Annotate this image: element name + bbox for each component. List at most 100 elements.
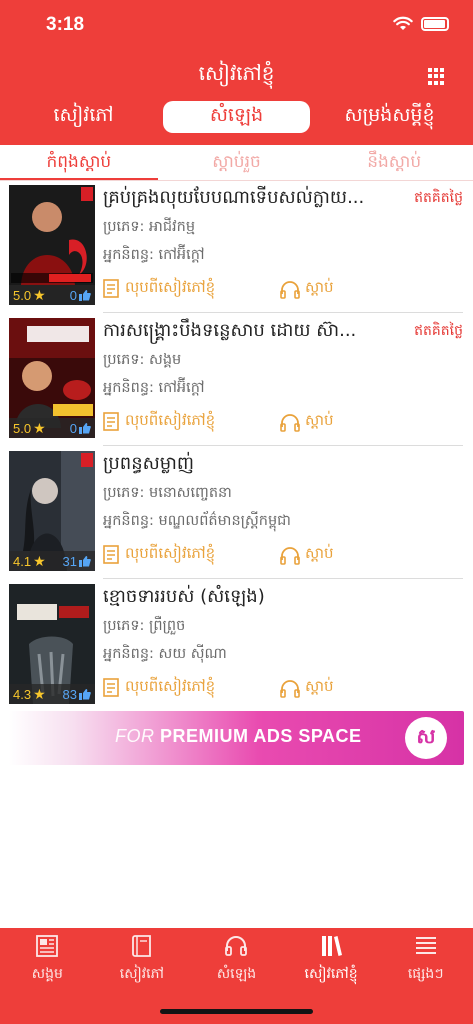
book-cover[interactable]: 4.3 ★ 83	[9, 584, 95, 704]
list-item[interactable]: 4.3 ★ 83 ខ្មោចទាររបស់ (សំឡេង) ប្រភេទ: ព្រ…	[0, 583, 473, 716]
remove-from-my-books-button[interactable]: លុបពីសៀវភៅខ្ញុំ	[103, 278, 215, 300]
listen-label: ស្ដាប់	[305, 278, 334, 296]
item-title[interactable]: គ្រប់គ្រងលុយបែបណាទើបសល់ក្លាយ...	[103, 184, 399, 212]
item-author: អ្នកនិពន្ធ: កៅអ៊ីក្ដៅ	[103, 247, 205, 263]
ad-logo: ស	[405, 717, 447, 759]
item-actions: លុបពីសៀវភៅខ្ញុំ ស្ដាប់	[103, 542, 463, 568]
likes-count: 0	[69, 420, 77, 436]
item-title[interactable]: ប្រពន្ធសម្លាញ់	[103, 450, 443, 478]
book-icon	[131, 935, 151, 957]
list-remove-icon	[103, 412, 119, 431]
rating-value: 4.1	[13, 553, 32, 569]
item-author: អ្នកនិពន្ធ: សយ ស៊ីណា	[103, 646, 227, 662]
tab-will-listen[interactable]: នឹងស្ដាប់	[315, 145, 473, 181]
remove-label: លុបពីសៀវភៅខ្ញុំ	[125, 278, 216, 296]
rating-value: 5.0	[13, 287, 32, 303]
segment-control: សៀវភៅ សំឡេង សម្រង់សម្ដីខ្ញុំ	[10, 100, 463, 134]
item-actions: លុបពីសៀវភៅខ្ញុំ ស្ដាប់	[103, 276, 463, 302]
battery-icon	[421, 16, 449, 31]
thumbs-up-icon	[79, 422, 91, 434]
bookshelf-icon	[322, 936, 343, 956]
free-badge: ឥតគិតថ្លៃ	[414, 190, 463, 206]
item-title[interactable]: ការសង្គ្រោះបឹងទន្លេសាប ដោយ ស៊ា...	[103, 317, 399, 345]
likes-count: 0	[69, 287, 77, 303]
list-item[interactable]: 5.0 ★ 0 គ្រប់គ្រងលុយបែបណាទើបសល់ក្លាយ... ឥ…	[0, 184, 473, 317]
likes-count: 31	[62, 553, 77, 569]
rating-value: 4.3	[13, 686, 32, 702]
item-actions: លុបពីសៀវភៅខ្ញុំ ស្ដាប់	[103, 675, 463, 701]
remove-label: លុបពីសៀវភៅខ្ញុំ	[125, 411, 216, 429]
remove-label: លុបពីសៀវភៅខ្ញុំ	[125, 544, 216, 562]
remove-from-my-books-button[interactable]: លុបពីសៀវភៅខ្ញុំ	[103, 411, 215, 433]
headphones-icon	[280, 414, 300, 432]
item-title[interactable]: ខ្មោចទាររបស់ (សំឡេង)	[103, 583, 443, 611]
headphones-icon	[225, 936, 248, 956]
app-root: 3:18 សៀវភៅខ្ញុំ សៀវភៅ សំឡេង សម្រង់សម្ដីខ…	[0, 0, 473, 1024]
book-cover[interactable]: 5.0 ★ 0	[9, 185, 95, 305]
remove-label: លុបពីសៀវភៅខ្ញុំ	[125, 677, 216, 695]
tab-listening[interactable]: កំពុងស្ដាប់	[0, 145, 158, 181]
likes-count: 83	[62, 686, 77, 702]
ad-text: FOR PREMIUM ADS SPACE	[115, 726, 362, 747]
status-icons	[393, 16, 449, 31]
segment-books[interactable]: សៀវភៅ	[10, 100, 157, 134]
ad-headline: PREMIUM ADS SPACE	[160, 726, 362, 746]
item-divider	[103, 312, 463, 313]
tab-listened[interactable]: ស្ដាប់រួច	[158, 145, 316, 181]
item-category: ប្រភេទ: មនោសញ្ចេតនា	[103, 485, 232, 501]
item-info: ប្រពន្ធសម្លាញ់ ប្រភេទ: មនោសញ្ចេតនា អ្នកន…	[103, 450, 463, 575]
item-category: ប្រភេទ: ព្រឺព្រួច	[103, 618, 186, 634]
listen-button[interactable]: ស្ដាប់	[279, 411, 334, 433]
listen-label: ស្ដាប់	[305, 677, 334, 695]
tab-social[interactable]: សង្គម	[0, 928, 95, 1024]
subtabs: កំពុងស្ដាប់ ស្ដាប់រួច នឹងស្ដាប់	[0, 145, 473, 181]
rating-bar: 4.1 ★ 31	[9, 551, 95, 571]
item-author: អ្នកនិពន្ធ: កៅអ៊ីក្ដៅ	[103, 380, 205, 396]
star-icon: ★	[33, 419, 46, 436]
headphones-icon	[280, 547, 300, 565]
list-item[interactable]: 4.1 ★ 31 ប្រពន្ធសម្លាញ់ ប្រភេទ: មនោសញ្ចេត…	[0, 450, 473, 583]
rating-bar: 5.0 ★ 0	[9, 418, 95, 438]
item-category: ប្រភេទ: អាជីវកម្ម	[103, 219, 196, 235]
tab-label: សៀវភៅ	[119, 966, 164, 982]
list-item[interactable]: 5.0 ★ 0 ការសង្គ្រោះបឹងទន្លេសាប ដោយ ស៊ា...…	[0, 317, 473, 450]
star-icon: ★	[33, 286, 46, 303]
newspaper-icon	[36, 935, 59, 957]
headphones-icon	[280, 680, 300, 698]
list-remove-icon	[103, 678, 119, 697]
header: 3:18 សៀវភៅខ្ញុំ សៀវភៅ សំឡេង សម្រង់សម្ដីខ…	[0, 0, 473, 145]
ad-banner[interactable]: FOR PREMIUM ADS SPACE ស	[9, 711, 464, 765]
tab-more[interactable]: ផ្សេងៗ	[378, 928, 473, 1024]
item-divider	[103, 578, 463, 579]
listen-button[interactable]: ស្ដាប់	[279, 278, 334, 300]
subtabs-divider	[0, 180, 473, 181]
listen-label: ស្ដាប់	[305, 411, 334, 429]
thumbs-up-icon	[79, 555, 91, 567]
book-cover[interactable]: 5.0 ★ 0	[9, 318, 95, 438]
listen-button[interactable]: ស្ដាប់	[279, 544, 334, 566]
listen-label: ស្ដាប់	[305, 544, 334, 562]
list-remove-icon	[103, 545, 119, 564]
tab-label: សៀវភៅខ្ញុំ	[304, 966, 358, 982]
menu-lines-icon	[415, 937, 436, 954]
tab-label: សំឡេង	[216, 966, 257, 982]
star-icon: ★	[33, 552, 46, 569]
ad-prefix: FOR	[115, 726, 155, 746]
segment-my-quotes[interactable]: សម្រង់សម្ដីខ្ញុំ	[316, 100, 463, 134]
remove-from-my-books-button[interactable]: លុបពីសៀវភៅខ្ញុំ	[103, 677, 215, 699]
remove-from-my-books-button[interactable]: លុបពីសៀវភៅខ្ញុំ	[103, 544, 215, 566]
home-indicator[interactable]	[160, 1009, 313, 1014]
item-info: ការសង្គ្រោះបឹងទន្លេសាប ដោយ ស៊ា... ឥតគិតថ…	[103, 317, 463, 442]
book-cover[interactable]: 4.1 ★ 31	[9, 451, 95, 571]
audio-book-list: 5.0 ★ 0 គ្រប់គ្រងលុយបែបណាទើបសល់ក្លាយ... ឥ…	[0, 184, 473, 716]
item-author: អ្នកនិពន្ធ: មណ្ឌលព័ត៌មានស្ត្រីកម្ពុជា	[103, 513, 291, 529]
list-remove-icon	[103, 279, 119, 298]
listen-button[interactable]: ស្ដាប់	[279, 677, 334, 699]
grid-menu-icon[interactable]	[428, 68, 445, 85]
item-category: ប្រភេទ: សង្គម	[103, 352, 182, 368]
segment-audio[interactable]: សំឡេង	[163, 101, 310, 133]
thumbs-up-icon	[79, 688, 91, 700]
item-divider	[103, 445, 463, 446]
rating-bar: 5.0 ★ 0	[9, 285, 95, 305]
wifi-icon	[393, 16, 413, 30]
